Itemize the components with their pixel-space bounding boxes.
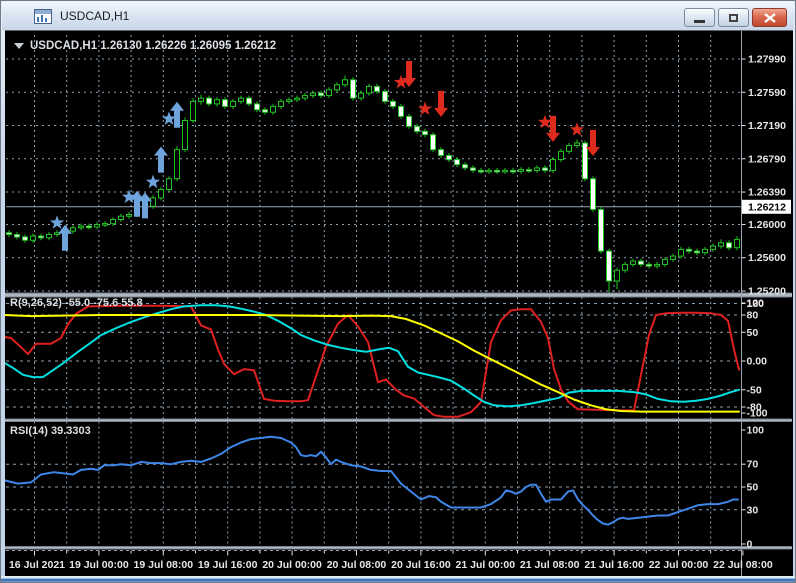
svg-text:20 Jul 00:00: 20 Jul 00:00 xyxy=(262,559,322,571)
svg-text:100: 100 xyxy=(747,425,765,437)
svg-text:20 Jul 16:00: 20 Jul 16:00 xyxy=(391,559,451,571)
svg-text:22 Jul 08:00: 22 Jul 08:00 xyxy=(713,559,773,571)
restore-icon xyxy=(729,13,738,22)
window-bottom-frame xyxy=(1,576,795,582)
svg-text:1.25600: 1.25600 xyxy=(748,252,786,264)
svg-text:0.00: 0.00 xyxy=(747,356,768,368)
svg-text:80: 80 xyxy=(747,310,759,322)
window-title: USDCAD,H1 xyxy=(60,9,130,23)
chart-client-area[interactable]: 1.27990 1.27590 1.27190 1.26790 1.26390 1.260… xyxy=(3,30,793,577)
svg-text:19 Jul 16:00: 19 Jul 16:00 xyxy=(198,559,258,571)
restore-button[interactable] xyxy=(718,8,749,27)
svg-text:50: 50 xyxy=(747,482,759,494)
svg-text:1.26000: 1.26000 xyxy=(748,219,786,231)
svg-text:100: 100 xyxy=(747,298,765,310)
svg-text:-50: -50 xyxy=(747,384,762,396)
close-icon xyxy=(763,12,776,23)
chart-svg[interactable]: 1.27990 1.27590 1.27190 1.26790 1.26390 1.260… xyxy=(3,31,793,577)
svg-text:1.26212: 1.26212 xyxy=(748,201,786,213)
svg-text:1.26790: 1.26790 xyxy=(748,153,786,165)
window-titlebar[interactable]: USDCAD,H1 xyxy=(2,2,794,30)
chart-window-icon xyxy=(34,8,52,24)
svg-text:70: 70 xyxy=(747,459,759,471)
minimize-button[interactable] xyxy=(684,8,715,27)
svg-text:1.26390: 1.26390 xyxy=(748,187,786,199)
svg-text:16 Jul 2021: 16 Jul 2021 xyxy=(9,559,65,571)
svg-text:1.27190: 1.27190 xyxy=(748,120,786,132)
svg-text:0: 0 xyxy=(747,539,753,551)
window-controls xyxy=(684,8,787,27)
mt4-chart-window: USDCAD,H1 1.27990 1.27590 1.27190 1.26790 1.… xyxy=(0,0,796,583)
close-button[interactable] xyxy=(752,8,787,27)
svg-text:1.25200: 1.25200 xyxy=(748,286,786,298)
svg-text:19 Jul 08:00: 19 Jul 08:00 xyxy=(134,559,194,571)
minimize-icon xyxy=(694,20,705,23)
svg-text:R(9,26,52) -55.0 -75.6 55.8: R(9,26,52) -55.0 -75.6 55.8 xyxy=(10,297,143,309)
svg-text:30: 30 xyxy=(747,504,759,516)
svg-text:19 Jul 00:00: 19 Jul 00:00 xyxy=(69,559,129,571)
svg-text:USDCAD,H1 1.26130 1.26226 1.2: USDCAD,H1 1.26130 1.26226 1.26095 1.2621… xyxy=(30,40,276,52)
svg-text:21 Jul 00:00: 21 Jul 00:00 xyxy=(456,559,516,571)
svg-text:21 Jul 16:00: 21 Jul 16:00 xyxy=(584,559,644,571)
svg-text:1.27990: 1.27990 xyxy=(748,54,786,66)
svg-text:22 Jul 00:00: 22 Jul 00:00 xyxy=(649,559,709,571)
svg-text:-100: -100 xyxy=(747,408,768,420)
svg-text:20 Jul 08:00: 20 Jul 08:00 xyxy=(327,559,387,571)
svg-text:50: 50 xyxy=(747,327,759,339)
svg-text:1.27590: 1.27590 xyxy=(748,87,786,99)
svg-text:RSI(14) 39.3303: RSI(14) 39.3303 xyxy=(10,425,91,437)
svg-text:21 Jul 08:00: 21 Jul 08:00 xyxy=(520,559,580,571)
